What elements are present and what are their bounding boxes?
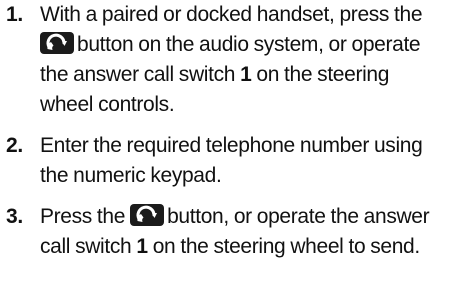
phone-answer-icon [130,204,165,226]
step-text: With a paired or docked handset, press t… [40,0,445,120]
step-number: 3. [6,205,23,228]
step-text-part: on the steering wheel to send. [152,235,421,258]
step-text-part: With a paired or docked handset, press t… [40,3,423,26]
switch-number: 1 [136,235,148,258]
step-text: Press the button, or operate the answer … [40,202,445,262]
step-text: Enter the required telephone number usin… [40,134,423,187]
switch-number: 1 [240,63,252,86]
step-number: 1. [6,3,23,26]
instruction-steps: 1. With a paired or docked handset, pres… [0,0,451,262]
phone-answer-icon [40,32,74,54]
step-3: 3. Press the button, or operate the answ… [0,202,451,262]
step-1: 1. With a paired or docked handset, pres… [0,0,451,120]
step-text-part: Press the [40,205,126,228]
step-2: 2. Enter the required telephone number u… [0,131,451,191]
step-number: 2. [6,134,23,157]
